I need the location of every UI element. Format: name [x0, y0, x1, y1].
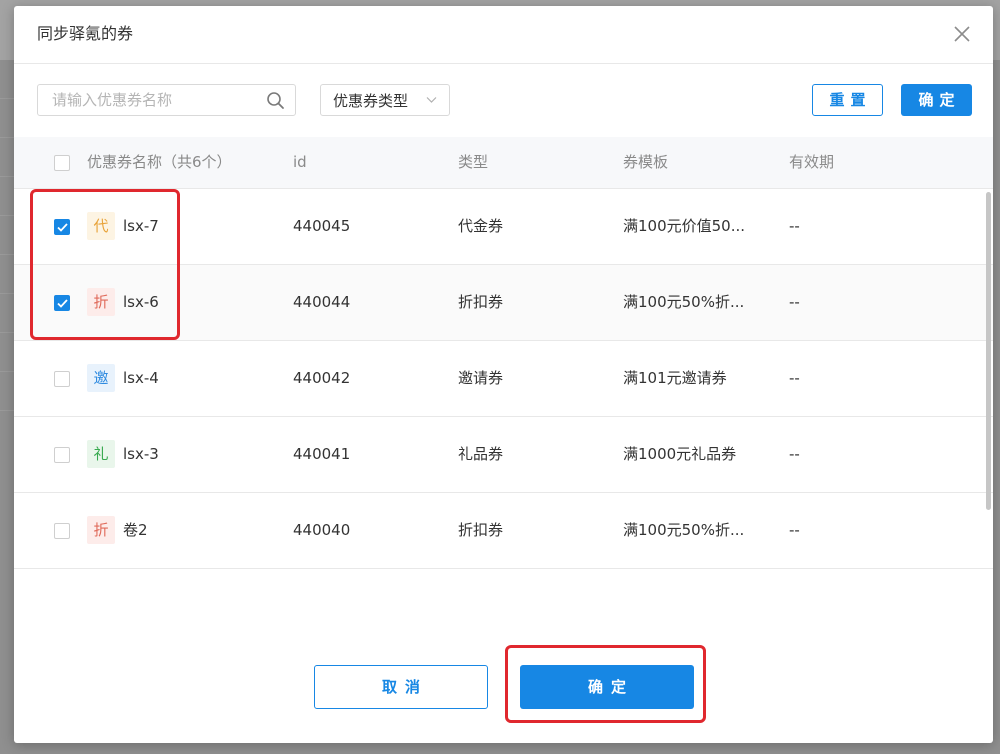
- row-checkbox[interactable]: [54, 295, 70, 311]
- row-checkbox[interactable]: [54, 219, 70, 235]
- table-row[interactable]: 邀 lsx-4 440042 邀请券 满101元邀请券 --: [14, 341, 993, 417]
- coupon-validity: --: [789, 369, 800, 387]
- coupon-id: 440041: [293, 445, 351, 463]
- coupon-id: 440045: [293, 217, 351, 235]
- coupon-type-tag: 礼: [87, 440, 115, 468]
- coupon-template: 满100元50%折...: [623, 521, 745, 539]
- coupon-type: 代金券: [458, 217, 504, 235]
- coupon-type: 礼品券: [458, 445, 504, 463]
- close-button[interactable]: [951, 23, 973, 45]
- coupon-type: 折扣券: [458, 521, 504, 539]
- column-header-template: 券模板: [623, 153, 669, 171]
- coupon-name: lsx-4: [123, 369, 159, 387]
- confirm-button[interactable]: 确定: [520, 665, 694, 709]
- filter-toolbar: 优惠券类型 重置 确定: [14, 64, 993, 142]
- table-row[interactable]: 折 lsx-6 440044 折扣券 满100元50%折... --: [14, 265, 993, 341]
- coupon-id: 440044: [293, 293, 351, 311]
- reset-button[interactable]: 重置: [812, 84, 883, 116]
- coupon-type-tag: 折: [87, 516, 115, 544]
- coupon-name: lsx-3: [123, 445, 159, 463]
- column-header-type: 类型: [458, 153, 489, 171]
- row-checkbox[interactable]: [54, 523, 70, 539]
- coupon-template: 满100元价值50...: [623, 217, 746, 235]
- coupon-validity: --: [789, 217, 800, 235]
- coupon-id: 440042: [293, 369, 351, 387]
- coupon-validity: --: [789, 445, 800, 463]
- check-icon: [57, 223, 68, 232]
- coupon-id: 440040: [293, 521, 351, 539]
- coupon-type-tag: 邀: [87, 364, 115, 392]
- column-header-id: id: [293, 153, 307, 171]
- check-icon: [57, 299, 68, 308]
- search-input[interactable]: [38, 85, 258, 115]
- table-header: 优惠券名称（共6个） id 类型 券模板 有效期: [14, 137, 993, 189]
- coupon-type: 邀请券: [458, 369, 504, 387]
- coupon-name: 卷2: [123, 521, 148, 539]
- search-icon[interactable]: [266, 91, 285, 110]
- column-header-name: 优惠券名称（共6个）: [87, 153, 232, 171]
- coupon-name: lsx-6: [123, 293, 159, 311]
- modal-title: 同步驿氪的券: [37, 24, 134, 43]
- close-icon: [954, 26, 970, 42]
- sync-coupons-modal: 同步驿氪的券 优惠券类型 重置 确定 优惠券名称（共6个） id 类型: [14, 6, 993, 743]
- table-row[interactable]: 折 卷2 440040 折扣券 满100元50%折... --: [14, 493, 993, 569]
- row-checkbox[interactable]: [54, 447, 70, 463]
- table-row[interactable]: 礼 lsx-3 440041 礼品券 满1000元礼品券 --: [14, 417, 993, 493]
- coupon-template: 满1000元礼品券: [623, 445, 737, 463]
- table-row[interactable]: 代 lsx-7 440045 代金券 满100元价值50... --: [14, 189, 993, 265]
- coupon-type: 折扣券: [458, 293, 504, 311]
- modal-header: 同步驿氪的券: [14, 6, 993, 64]
- coupon-type-select-label: 优惠券类型: [333, 92, 409, 110]
- coupon-template: 满101元邀请券: [623, 369, 727, 387]
- column-header-validity: 有效期: [789, 153, 835, 171]
- search-box: [37, 84, 296, 116]
- list-scrollbar-thumb[interactable]: [986, 192, 991, 510]
- cancel-button[interactable]: 取消: [314, 665, 488, 709]
- coupon-name: lsx-7: [123, 217, 159, 235]
- row-checkbox[interactable]: [54, 371, 70, 387]
- filter-confirm-button[interactable]: 确定: [901, 84, 972, 116]
- chevron-down-icon: [426, 97, 437, 103]
- coupon-template: 满100元50%折...: [623, 293, 745, 311]
- coupon-type-select[interactable]: 优惠券类型: [320, 84, 450, 116]
- coupon-type-tag: 折: [87, 288, 115, 316]
- select-all-checkbox[interactable]: [54, 155, 70, 171]
- coupon-type-tag: 代: [87, 212, 115, 240]
- coupon-validity: --: [789, 521, 800, 539]
- coupon-validity: --: [789, 293, 800, 311]
